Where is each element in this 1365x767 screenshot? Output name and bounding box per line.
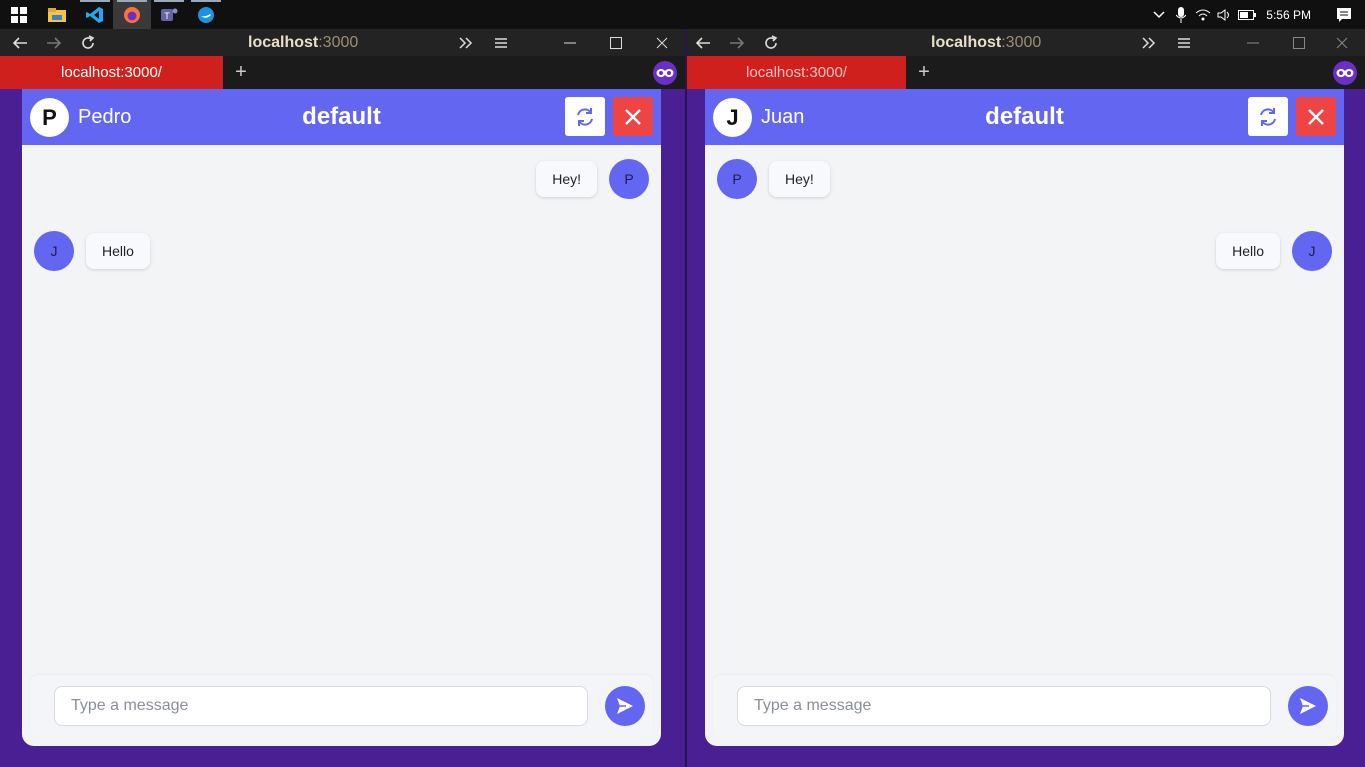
system-tray: 5:56 PM: [1148, 0, 1365, 29]
page-content: J Juan default P Hey! J Hello: [687, 89, 1365, 767]
send-icon: [1300, 698, 1316, 714]
browser-navbar: localhost:3000: [687, 29, 1365, 56]
refresh-icon: [577, 107, 593, 126]
chat-card: P Pedro default P Hey! J Hello: [22, 89, 661, 746]
message-bubble: Hey!: [769, 161, 830, 197]
message-input[interactable]: [54, 686, 588, 726]
back-arrow-icon[interactable]: [4, 29, 36, 56]
url-bar[interactable]: localhost:3000: [931, 29, 1041, 56]
docker-icon[interactable]: [187, 0, 225, 29]
tab-localhost[interactable]: localhost:3000/: [687, 56, 906, 89]
windows-start-icon[interactable]: [0, 0, 38, 29]
new-tab-button[interactable]: +: [907, 56, 941, 89]
message-avatar: J: [34, 231, 74, 271]
hamburger-menu-icon[interactable]: [485, 29, 517, 56]
url-port: :3000: [318, 34, 359, 51]
message-avatar: P: [717, 159, 757, 199]
tab-bar: localhost:3000/ +: [0, 56, 685, 89]
message-list: P Hey! J Hello: [705, 145, 1344, 675]
user-name: Juan: [761, 106, 805, 128]
new-tab-button[interactable]: +: [224, 56, 258, 89]
chat-header: P Pedro default: [22, 89, 661, 145]
message-item: P Hey!: [536, 159, 649, 199]
user-name: Pedro: [78, 106, 132, 128]
tab-bar: localhost:3000/ +: [687, 56, 1365, 89]
message-item: J Hello: [34, 231, 150, 271]
chevron-up-icon[interactable]: [1148, 0, 1170, 29]
message-bubble: Hey!: [536, 161, 597, 197]
message-avatar: P: [609, 159, 649, 199]
page-content: P Pedro default P Hey! J Hello: [0, 89, 685, 767]
message-input[interactable]: [737, 686, 1271, 726]
volume-icon[interactable]: [1214, 0, 1236, 29]
send-button[interactable]: [605, 686, 645, 726]
maximize-icon[interactable]: [1276, 29, 1322, 56]
url-bar[interactable]: localhost:3000: [248, 29, 358, 56]
send-button[interactable]: [1288, 686, 1328, 726]
message-composer: [713, 675, 1336, 738]
close-icon: [625, 108, 641, 125]
message-bubble: Hello: [1216, 233, 1280, 269]
teams-icon[interactable]: T: [150, 0, 188, 29]
microphone-icon[interactable]: [1170, 0, 1192, 29]
hamburger-menu-icon[interactable]: [1168, 29, 1200, 56]
file-explorer-icon[interactable]: [38, 0, 76, 29]
reload-icon[interactable]: [755, 29, 787, 56]
taskbar-clock[interactable]: 5:56 PM: [1266, 8, 1311, 22]
tab-localhost[interactable]: localhost:3000/: [0, 56, 223, 89]
firefox-icon[interactable]: [113, 0, 151, 29]
reload-icon[interactable]: [72, 29, 104, 56]
chat-card: J Juan default P Hey! J Hello: [705, 89, 1344, 746]
forward-arrow-icon[interactable]: [721, 29, 753, 56]
browser-navbar: localhost:3000: [0, 29, 685, 56]
message-item: J Hello: [1216, 231, 1332, 271]
send-icon: [617, 698, 633, 714]
chat-header: J Juan default: [705, 89, 1344, 145]
overflow-chevrons-icon[interactable]: [450, 29, 482, 56]
browser-window-right: localhost:3000 localhost:3000/ + J Juan: [687, 29, 1365, 767]
message-bubble: Hello: [86, 233, 150, 269]
minimize-icon[interactable]: [547, 29, 593, 56]
user-avatar: J: [713, 98, 752, 137]
url-port: :3000: [1001, 34, 1042, 51]
close-chat-button[interactable]: [613, 97, 653, 136]
maximize-icon[interactable]: [593, 29, 639, 56]
message-list: P Hey! J Hello: [22, 145, 661, 675]
message-composer: [30, 675, 653, 738]
window-close-icon[interactable]: [1319, 29, 1365, 56]
notification-icon[interactable]: [1333, 0, 1355, 29]
refresh-button[interactable]: [565, 97, 605, 136]
forward-arrow-icon[interactable]: [38, 29, 70, 56]
overflow-chevrons-icon[interactable]: [1133, 29, 1165, 56]
private-browsing-icon: [1333, 61, 1357, 85]
message-avatar: J: [1292, 231, 1332, 271]
message-item: P Hey!: [717, 159, 830, 199]
windows-taskbar: T 5:56 PM: [0, 0, 1365, 29]
url-host: localhost: [931, 34, 1002, 51]
minimize-icon[interactable]: [1230, 29, 1276, 56]
svg-text:T: T: [164, 11, 170, 21]
wifi-icon[interactable]: [1192, 0, 1214, 29]
close-chat-button[interactable]: [1296, 97, 1336, 136]
refresh-button[interactable]: [1248, 97, 1288, 136]
back-arrow-icon[interactable]: [687, 29, 719, 56]
close-icon: [1308, 108, 1324, 125]
window-close-icon[interactable]: [639, 29, 685, 56]
browser-window-left: localhost:3000 localhost:3000/ + P Pedro: [0, 29, 685, 767]
url-host: localhost: [248, 34, 319, 51]
vscode-icon[interactable]: [76, 0, 114, 29]
refresh-icon: [1260, 107, 1276, 126]
private-browsing-icon: [653, 61, 677, 85]
user-avatar: P: [30, 98, 69, 137]
battery-icon[interactable]: [1236, 0, 1258, 29]
